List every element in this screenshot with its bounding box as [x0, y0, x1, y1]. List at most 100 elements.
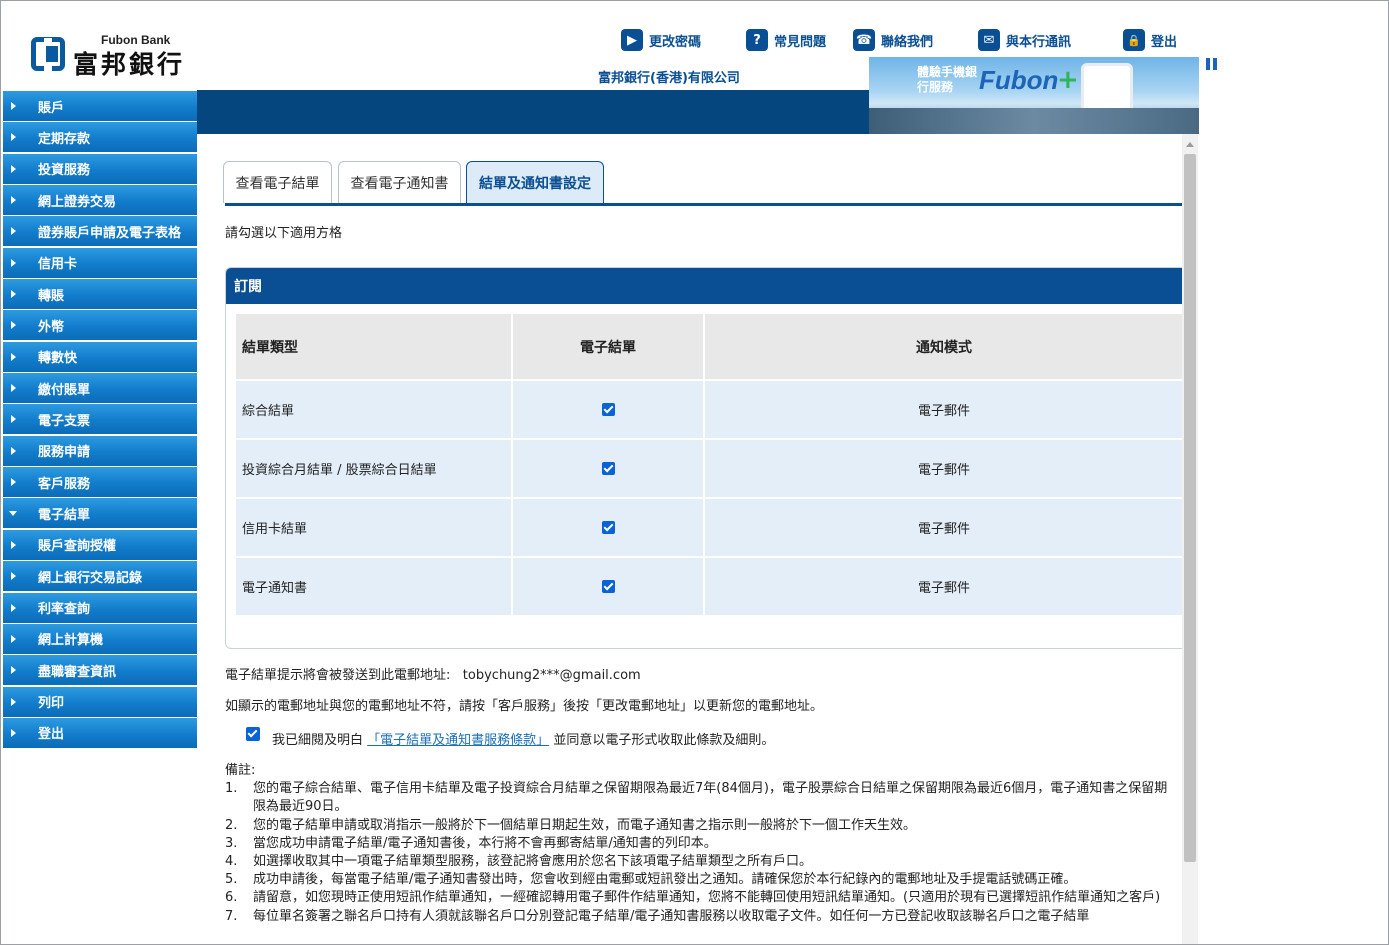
sidebar-item[interactable]: 網上計算機 [3, 623, 197, 654]
note-number: 3. [225, 835, 238, 851]
note-number: 4. [225, 854, 238, 870]
statement-type-cell: 信用卡結單 [236, 497, 513, 557]
sidebar-item[interactable]: 投資服務 [3, 153, 197, 184]
mail-icon: ✉ [978, 29, 1000, 51]
sidebar-item-label: 網上證券交易 [38, 194, 117, 210]
email-address: tobychung2***@gmail.com [462, 668, 641, 683]
sidebar-item[interactable]: 登出 [3, 717, 197, 748]
caret-right-icon [11, 321, 16, 330]
sidebar-item[interactable]: 外幣 [3, 310, 197, 341]
sidebar-item-label: 電子結單 [38, 507, 91, 523]
change-password-label: 更改密碼 [649, 34, 702, 50]
email-mismatch-notice: 如顯示的電郵地址與您的電郵地址不符，請按「客戶服務」後按「更改電郵地址」以更新您… [225, 699, 824, 714]
logout-label: 登出 [1151, 34, 1178, 50]
estatement-checkbox[interactable] [601, 521, 615, 534]
note-item: 5. 成功申請後，每當電子結單/電子通知書發出時，您會收到經由電郵或短訊發出之通知… [225, 871, 1177, 889]
subscription-panel: 訂閱 結單類型 電子結單 通知模式 綜合結單 電子郵件 投資綜合月結單 / 股票綜合… [225, 267, 1182, 649]
note-number: 7. [225, 908, 238, 924]
caret-right-icon [11, 196, 16, 205]
estatement-cell [512, 379, 705, 439]
caret-right-icon [11, 415, 16, 424]
sidebar-item[interactable]: 電子結單 [3, 498, 197, 529]
sidebar-item[interactable]: 網上證券交易 [3, 185, 197, 216]
agree-checkbox[interactable] [246, 727, 260, 741]
change-password-link[interactable]: ▶ 更改密碼 [621, 27, 701, 53]
sidebar-item[interactable]: 繳付賬單 [3, 373, 197, 404]
sidebar-menu: 賬戶 定期存款投資服務網上證券交易證券賬戶申請及電子表格 信用卡 轉賬 外幣轉數快繳付賬… [3, 91, 197, 749]
note-text: 成功申請後，每當電子結單/電子通知書發出時，您會收到經由電郵或短訊發出之通知。請… [253, 872, 1077, 888]
sidebar-item-label: 客戶服務 [38, 476, 91, 492]
agreement-text: 我已細閱及明白 「電子結單及通知書服務條款」 並同意以電子形式收取此條款及細則。 [272, 729, 774, 748]
sidebar-item[interactable]: 網上銀行交易記錄 [3, 561, 197, 592]
sidebar-item[interactable]: 定期存款 [3, 122, 197, 153]
logout-link[interactable]: 🔒 登出 [1123, 27, 1177, 53]
caret-right-icon [11, 666, 16, 675]
sidebar-item-label: 轉數快 [38, 351, 78, 367]
sidebar-item[interactable]: 信用卡 [3, 247, 197, 278]
caret-right-icon [11, 603, 16, 612]
contact-us-label: 聯絡我們 [881, 34, 934, 50]
message-bank-link[interactable]: ✉ 與本行通訊 [978, 27, 1071, 53]
sidebar-item-label: 盡職審查資訊 [38, 664, 117, 680]
notify-mode-cell: 電子郵件 [704, 556, 1182, 615]
col-notify-mode: 通知模式 [704, 314, 1182, 380]
promo-banner[interactable]: 體驗手機銀行服務 Fubon + [869, 57, 1199, 134]
tab-statement-settings[interactable]: 結單及通知書設定 [466, 161, 604, 204]
sidebar-item[interactable]: 客戶服務 [3, 467, 197, 498]
note-number: 2. [225, 817, 238, 833]
caret-right-icon [11, 384, 16, 393]
note-text: 如選擇收取其中一項電子結單類型服務，該登記將會應用於您名下該項電子結單類型之所有… [253, 854, 813, 870]
sidebar-item[interactable]: 盡職審查資訊 [3, 655, 197, 686]
sidebar-item-label: 投資服務 [38, 163, 91, 179]
estatement-checkbox[interactable] [601, 403, 615, 416]
sidebar-item[interactable]: 賬戶查詢授權 [3, 529, 197, 560]
tab-underline [225, 203, 1182, 206]
sidebar-item-label: 網上計算機 [38, 633, 104, 649]
notify-mode-cell: 電子郵件 [704, 379, 1182, 439]
caret-right-icon [11, 478, 16, 487]
note-item: 2. 您的電子結單申請或取消指示一般將於下一個結單日期起生效，而電子通知書之指示則… [225, 817, 1177, 835]
caret-right-icon [11, 164, 16, 173]
note-text: 當您成功申請電子結單/電子通知書後，本行將不會再郵寄結單/通知書的列印本。 [253, 835, 717, 851]
sidebar-item-label: 繳付賬單 [38, 382, 91, 398]
scrollbar-thumb[interactable] [1184, 154, 1196, 862]
sidebar-item[interactable]: 電子支票 [3, 404, 197, 435]
subscription-title: 訂閱 [226, 268, 1182, 304]
estatement-checkbox[interactable] [601, 580, 615, 593]
caret-right-icon [11, 697, 16, 706]
pause-icon[interactable] [1206, 58, 1218, 70]
caret-right-icon [11, 133, 16, 142]
sidebar-item[interactable]: 列印 [3, 686, 197, 717]
sidebar-item-label: 電子支票 [38, 413, 91, 429]
fubon-logo[interactable]: Fubon Bank 富邦銀行 [31, 33, 191, 79]
caret-right-icon [11, 227, 16, 236]
note-text: 您的電子綜合結單、電子信用卡結單及電子投資綜合月結單之保留期限為最近7年(84個… [253, 781, 1168, 815]
sidebar-item[interactable]: 賬戶 [3, 91, 197, 121]
banner-city-image [869, 108, 1199, 134]
browser-page: Fubon Bank 富邦銀行 ▶ 更改密碼 ? 常見問題 ☎ 聯絡我們 ✉ 與… [0, 0, 1389, 945]
sidebar-item-label: 列印 [38, 696, 65, 712]
scroll-up-icon[interactable] [1186, 142, 1194, 147]
caret-down-icon [9, 511, 17, 517]
note-item: 1. 您的電子綜合結單、電子信用卡結單及電子投資綜合月結單之保留期限為最近7年(8… [225, 780, 1177, 816]
sidebar-item[interactable]: 轉數快 [3, 341, 197, 372]
estatement-cell [512, 438, 705, 498]
banner-text: 體驗手機銀行服務 [917, 65, 978, 94]
faq-link[interactable]: ? 常見問題 [746, 27, 826, 53]
terms-link[interactable]: 「電子結單及通知書服務條款」 [367, 733, 549, 748]
sidebar-item[interactable]: 轉賬 [3, 279, 197, 310]
estatement-checkbox[interactable] [601, 462, 615, 475]
sidebar-item[interactable]: 利率查詢 [3, 592, 197, 623]
notes-section: 備註: 1. 您的電子綜合結單、電子信用卡結單及電子投資綜合月結單之保留期限為最近… [225, 762, 1177, 926]
faq-label: 常見問題 [774, 34, 827, 50]
vertical-scrollbar[interactable] [1182, 134, 1198, 944]
note-text: 請留意，如您現時正使用短訊作結單通知，一經確認轉用電子郵件作結單通知，您將不能轉… [253, 890, 1161, 906]
tab-view-estatement[interactable]: 查看電子結單 [223, 161, 332, 203]
sidebar-item[interactable]: 證券賬戶申請及電子表格 [3, 216, 197, 247]
sidebar-item[interactable]: 服務申請 [3, 435, 197, 466]
tab-view-enotice[interactable]: 查看電子通知書 [338, 161, 461, 203]
contact-us-link[interactable]: ☎ 聯絡我們 [853, 27, 933, 53]
notify-mode-cell: 電子郵件 [704, 438, 1182, 498]
lock-icon: 🔒 [1123, 29, 1145, 51]
table-row: 電子通知書 電子郵件 [236, 556, 1182, 615]
